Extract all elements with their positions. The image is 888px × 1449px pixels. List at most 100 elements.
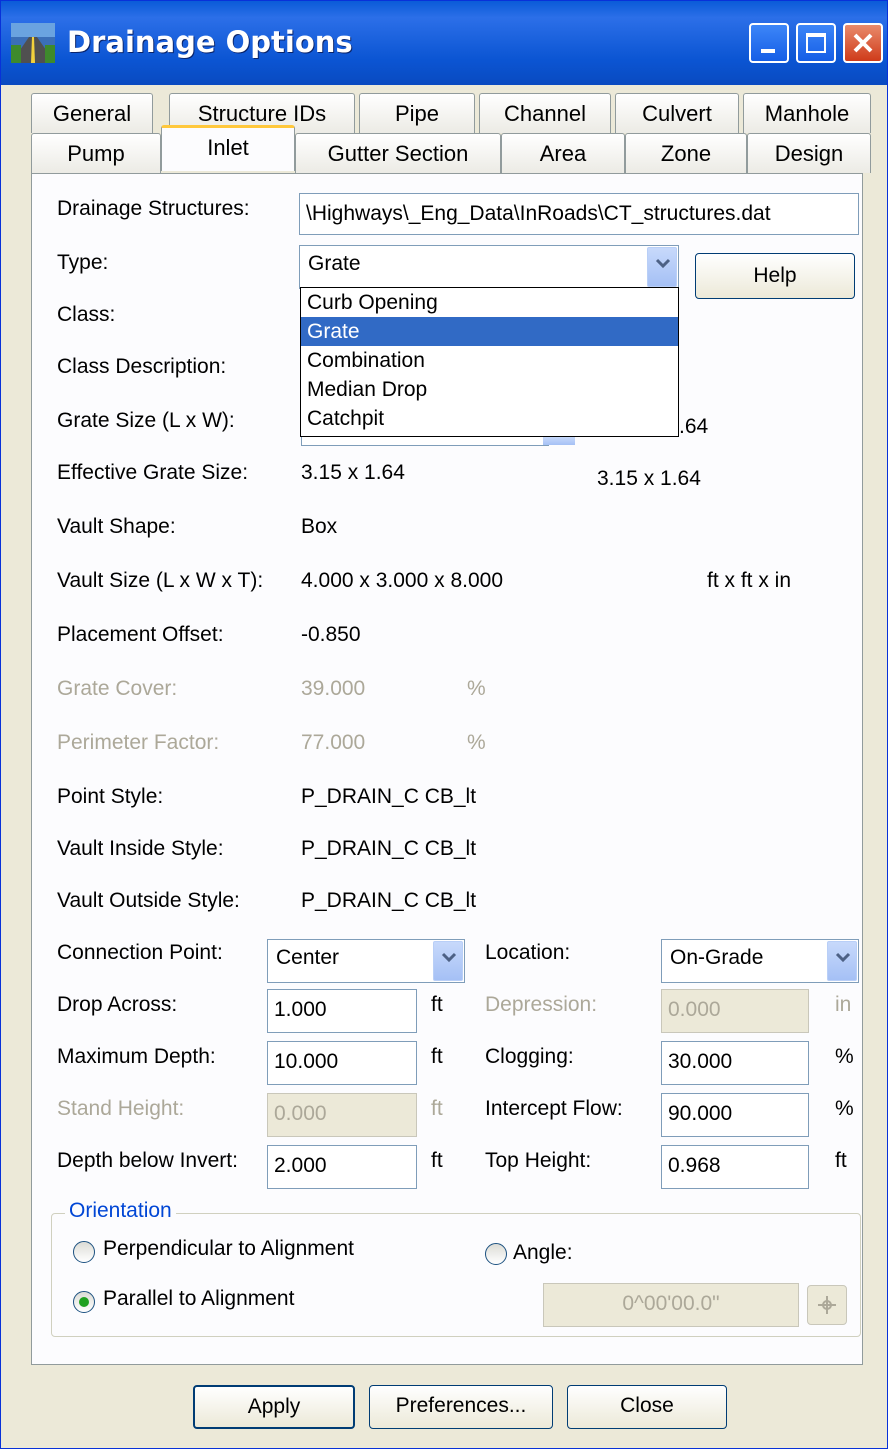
angle-label: Angle: [513,1241,573,1264]
close-window-button[interactable] [843,23,883,63]
clogging-label: Clogging: [485,1045,574,1068]
crosshair-icon [818,1296,836,1314]
vault-size-units: ft x ft x in [707,569,792,592]
type-dropdown-button[interactable] [647,247,677,287]
depth-below-invert-input[interactable]: 2.000 [267,1145,417,1189]
grate-size-select[interactable] [301,437,549,446]
tab-manhole[interactable]: Manhole [743,93,871,133]
type-dropdown-list: Curb Opening Grate Combination Median Dr… [300,287,679,437]
perimeter-factor-unit: % [467,731,486,754]
grate-size-dropdown-button[interactable] [543,437,575,445]
orientation-title: Orientation [65,1199,176,1223]
chevron-down-icon [655,258,671,269]
radio-selected-dot [79,1297,89,1307]
connection-point-value: Center [276,946,340,969]
maximum-depth-unit: ft [431,1045,443,1068]
intercept-flow-input[interactable]: 90.000 [661,1093,809,1137]
top-height-input[interactable]: 0.968 [661,1145,809,1189]
stand-height-unit: ft [431,1097,443,1120]
grate-cover-value: 39.000 [301,677,366,700]
minimize-button[interactable] [749,23,789,63]
type-option-catchpit[interactable]: Catchpit [301,404,678,433]
drainage-structures-label: Drainage Structures: [57,197,250,220]
top-height-unit: ft [835,1149,847,1172]
depression-input[interactable]: 0.000 [661,989,809,1033]
chevron-down-icon [441,952,457,963]
vault-inside-style-label: Vault Inside Style: [57,837,224,860]
angle-input[interactable]: 0^00'00.0" [543,1283,799,1327]
intercept-flow-label: Intercept Flow: [485,1097,623,1120]
help-button[interactable]: Help [695,253,855,299]
tab-pipe[interactable]: Pipe [359,93,475,133]
app-icon [11,23,55,63]
apply-button[interactable]: Apply [193,1385,355,1429]
tab-gutter-section[interactable]: Gutter Section [295,133,501,173]
tab-zone[interactable]: Zone [625,133,747,173]
parallel-radio[interactable] [73,1291,95,1313]
chevron-down-icon [835,952,851,963]
drop-across-unit: ft [431,993,443,1016]
class-description-label: Class Description: [57,355,227,378]
drainage-structures-field[interactable]: \Highways\_Eng_Data\InRoads\CT_structure… [299,193,859,235]
close-icon [853,33,873,53]
effective-grate-size-right: 3.15 x 1.64 [597,467,701,490]
tab-pump[interactable]: Pump [31,133,161,173]
clogging-unit: % [835,1045,854,1068]
point-style-label: Point Style: [57,785,164,808]
location-select[interactable]: On-Grade [661,939,859,983]
depression-label: Depression: [485,993,598,1016]
point-style-value: P_DRAIN_C CB_lt [301,785,477,808]
type-selected-value: Grate [308,252,361,275]
perimeter-factor-label: Perimeter Factor: [57,731,220,754]
maximum-depth-label: Maximum Depth: [57,1045,216,1068]
clogging-input[interactable]: 30.000 [661,1041,809,1085]
drop-across-label: Drop Across: [57,993,178,1016]
close-button[interactable]: Close [567,1385,727,1429]
tab-channel[interactable]: Channel [479,93,611,133]
angle-radio[interactable] [485,1243,507,1265]
title-bar[interactable]: Drainage Options [1,1,887,85]
maximize-icon [806,33,826,53]
depth-below-invert-unit: ft [431,1149,443,1172]
connection-point-select[interactable]: Center [267,939,465,983]
maximum-depth-input[interactable]: 10.000 [267,1041,417,1085]
type-option-median-drop[interactable]: Median Drop [301,375,678,404]
top-height-label: Top Height: [485,1149,592,1172]
connection-point-dropdown-button[interactable] [433,941,463,981]
perpendicular-radio[interactable] [73,1241,95,1263]
type-option-grate[interactable]: Grate [301,317,678,346]
vault-size-value: 4.000 x 3.000 x 8.000 [301,569,503,592]
maximize-button[interactable] [796,23,836,63]
parallel-label: Parallel to Alignment [103,1287,295,1310]
tab-design[interactable]: Design [747,133,871,173]
minimize-icon [761,49,775,53]
intercept-flow-unit: % [835,1097,854,1120]
perimeter-factor-value: 77.000 [301,731,366,754]
drop-across-input[interactable]: 1.000 [267,989,417,1033]
connection-point-label: Connection Point: [57,941,223,964]
vault-inside-style-value: P_DRAIN_C CB_lt [301,837,477,860]
placement-offset-value: -0.850 [301,623,361,646]
tab-area[interactable]: Area [501,133,625,173]
tab-culvert[interactable]: Culvert [615,93,739,133]
perpendicular-label: Perpendicular to Alignment [103,1237,354,1260]
angle-pick-button[interactable] [807,1285,847,1325]
stand-height-input[interactable]: 0.000 [267,1093,417,1137]
grate-cover-unit: % [467,677,486,700]
type-select[interactable]: Grate [299,245,679,289]
vault-shape-label: Vault Shape: [57,515,176,538]
depth-below-invert-label: Depth below Invert: [57,1149,238,1172]
grate-size-right-value: .64 [679,415,709,438]
tab-inlet[interactable]: Inlet [161,125,295,171]
type-option-combination[interactable]: Combination [301,346,678,375]
vault-size-label: Vault Size (L x W x T): [57,569,264,592]
preferences-button[interactable]: Preferences... [369,1385,553,1429]
drainage-options-window: Drainage Options General Structure IDs P… [0,0,888,1449]
placement-offset-label: Placement Offset: [57,623,224,646]
location-value: On-Grade [670,946,764,969]
location-dropdown-button[interactable] [827,941,857,981]
tab-general[interactable]: General [31,93,153,133]
effective-grate-size-value: 3.15 x 1.64 [301,461,405,484]
type-option-curb-opening[interactable]: Curb Opening [301,288,678,317]
grate-size-label: Grate Size (L x W): [57,409,235,432]
